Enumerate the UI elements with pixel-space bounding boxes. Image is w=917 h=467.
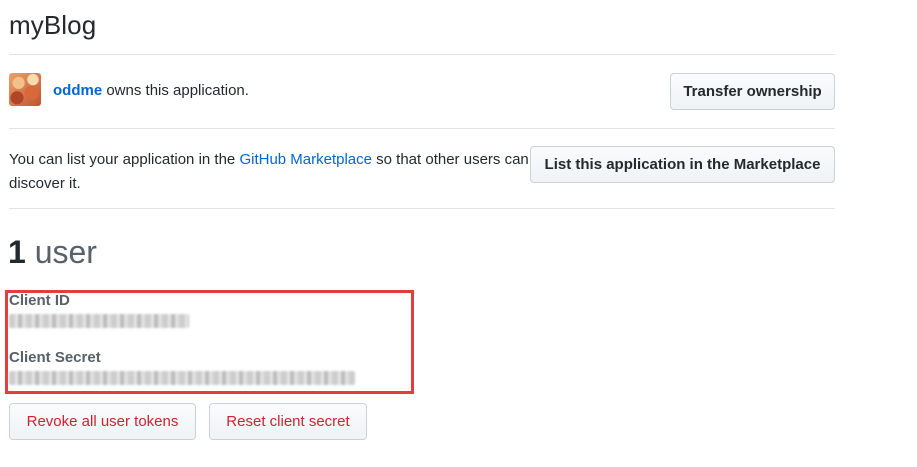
owner-username-link[interactable]: oddme xyxy=(53,82,102,99)
app-title: myBlog xyxy=(9,10,97,40)
client-secret-value-redacted xyxy=(9,371,355,385)
divider xyxy=(9,128,835,129)
user-count-number: 1 xyxy=(8,234,26,270)
client-id-value-redacted xyxy=(9,314,189,328)
client-id-label: Client ID xyxy=(9,292,70,309)
user-count-heading: 1 user xyxy=(8,234,97,271)
divider xyxy=(9,208,835,209)
client-secret-label: Client Secret xyxy=(9,349,101,366)
revoke-all-user-tokens-button[interactable]: Revoke all user tokens xyxy=(9,403,196,440)
reset-client-secret-button[interactable]: Reset client secret xyxy=(209,403,367,440)
user-count-unit: user xyxy=(25,234,97,270)
github-marketplace-link[interactable]: GitHub Marketplace xyxy=(239,151,372,168)
divider xyxy=(9,54,835,55)
marketplace-text-before: You can list your application in the xyxy=(9,151,240,168)
list-in-marketplace-button[interactable]: List this application in the Marketplace xyxy=(530,146,835,183)
owner-avatar[interactable] xyxy=(9,73,41,106)
transfer-ownership-button[interactable]: Transfer ownership xyxy=(670,73,835,110)
marketplace-description: You can list your application in the Git… xyxy=(9,148,529,196)
owner-text: oddme owns this application. xyxy=(53,82,249,99)
owner-suffix: owns this application. xyxy=(102,82,249,99)
